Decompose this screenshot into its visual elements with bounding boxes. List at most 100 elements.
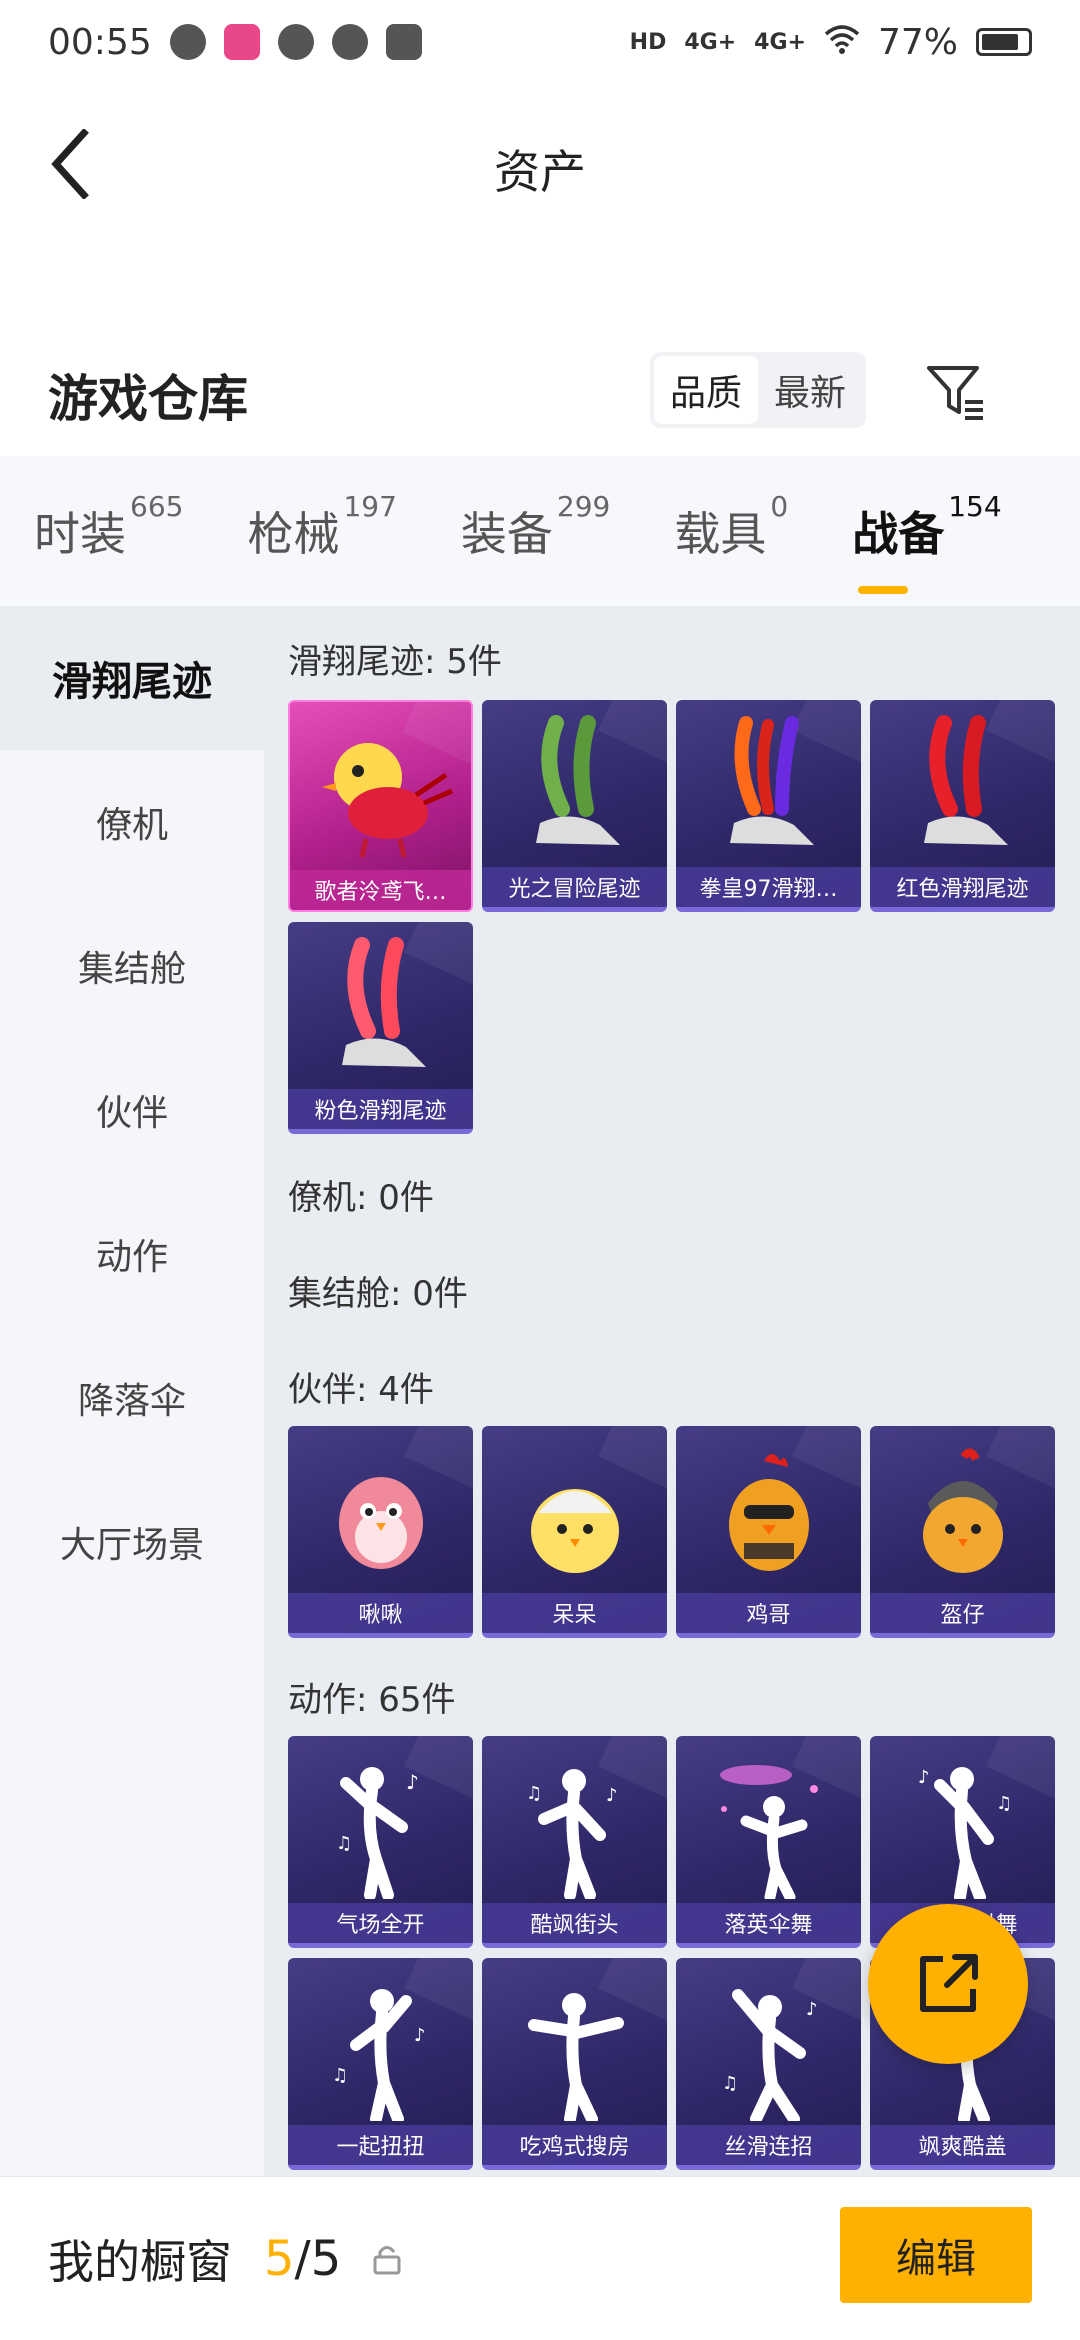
signal-icon-1: 4G+ [684, 29, 737, 55]
showcase-label: 我的橱窗 [48, 2234, 232, 2289]
showcase-separator: / [294, 2230, 311, 2287]
wechat-icon [169, 24, 206, 60]
status-bar: 00:55 HD 4G+ 4G+ 77% [0, 0, 1080, 84]
item-label: 吃鸡式搜房 [482, 2125, 667, 2165]
hd-icon: HD [629, 29, 667, 55]
item-card[interactable]: 歌者泠鸢飞… [288, 700, 473, 912]
sort-newest-button[interactable]: 最新 [758, 356, 862, 424]
pink-bird-icon [288, 1434, 473, 1594]
tab-label: 战备 [852, 507, 945, 561]
item-card[interactable]: 盔仔 [870, 1426, 1055, 1638]
battery-icon [976, 28, 1032, 56]
status-right: HD 4G+ 4G+ 77% [630, 22, 1032, 63]
header: 资产 [0, 84, 1080, 254]
item-label: 酷飒街头 [482, 1903, 667, 1943]
tab-equipment[interactable]: 装备 299 [460, 490, 610, 564]
dance-pose-icon: ♪ ♫ [676, 1966, 861, 2126]
sidebar-item-glide-trail[interactable]: 滑翔尾迹 [0, 606, 264, 750]
item-label: 拳皇97滑翔… [676, 867, 861, 907]
item-card[interactable]: ♪ ♫ 气场全开 [288, 1736, 473, 1948]
sidebar-item-capsule[interactable]: 集结舱 [0, 894, 264, 1038]
tab-label: 装备 [460, 507, 553, 561]
tab-count: 0 [770, 490, 789, 523]
dance-pose-icon: ♪ ♫ [482, 1744, 667, 1904]
tab-vehicles[interactable]: 载具 0 [674, 490, 788, 564]
svg-text:♫: ♫ [332, 2065, 348, 2086]
sidebar-item-action[interactable]: 动作 [0, 1182, 264, 1326]
item-label: 啾啾 [288, 1593, 473, 1633]
smoke-trail-icon [288, 930, 473, 1090]
sidebar-item-partner[interactable]: 伙伴 [0, 1038, 264, 1182]
filter-icon [927, 366, 983, 420]
edit-button[interactable]: 编辑 [840, 2207, 1032, 2303]
partner-grid: 啾啾 呆呆 鸡哥 盔仔 [288, 1426, 1055, 1638]
sidebar-item-wingman[interactable]: 僚机 [0, 750, 264, 894]
wifi-icon [824, 22, 860, 63]
item-card[interactable]: 光之冒险尾迹 [482, 700, 667, 912]
share-button[interactable] [868, 1904, 1028, 2064]
sort-quality-button[interactable]: 品质 [654, 356, 758, 424]
signal-icon-2: 4G+ [754, 29, 806, 55]
filter-button[interactable] [918, 354, 994, 430]
showcase-count: 5/5 [264, 2231, 341, 2287]
tab-label: 枪械 [247, 507, 340, 561]
sidebar-item-lobby-scene[interactable]: 大厅场景 [0, 1470, 264, 1614]
item-card[interactable]: 呆呆 [482, 1426, 667, 1638]
section-title-partner: 伙伴: 4件 [288, 1370, 434, 1410]
category-tabs: 时装 665 枪械 197 装备 299 载具 0 战备 154 [0, 456, 1080, 606]
warehouse-header: 游戏仓库 品质 最新 [0, 340, 1080, 450]
item-card[interactable]: 吃鸡式搜房 [482, 1958, 667, 2170]
tab-count: 154 [948, 490, 1002, 523]
back-button[interactable] [40, 124, 100, 204]
dance-pose-icon: ♪ ♫ [288, 1744, 473, 1904]
item-card[interactable]: ♪ ♫ 一起扭扭 [288, 1958, 473, 2170]
smoke-trail-icon [676, 708, 861, 868]
item-card[interactable]: 鸡哥 [676, 1426, 861, 1638]
svg-text:♪: ♪ [414, 2025, 426, 2046]
item-label: 鸡哥 [676, 1593, 861, 1633]
chevron-left-icon [51, 129, 89, 199]
sidebar-item-parachute[interactable]: 降落伞 [0, 1326, 264, 1470]
bird-icon [290, 710, 471, 870]
item-card[interactable]: 拳皇97滑翔… [676, 700, 861, 912]
tab-fashion[interactable]: 时装 665 [34, 490, 183, 564]
item-card[interactable]: 啾啾 [288, 1426, 473, 1638]
item-card[interactable]: ♪ ♫ 丝滑连招 [676, 1958, 861, 2170]
lock-icon [373, 2246, 401, 2275]
section-title-capsule: 集结舱: 0件 [288, 1274, 468, 1314]
section-title-glide: 滑翔尾迹: 5件 [288, 642, 502, 682]
item-label: 光之冒险尾迹 [482, 867, 667, 907]
tab-guns[interactable]: 枪械 197 [247, 490, 396, 564]
tab-count: 665 [130, 490, 184, 523]
chicken-icon [676, 1434, 861, 1594]
item-label: 落英伞舞 [676, 1903, 861, 1943]
tab-count: 299 [556, 490, 611, 523]
item-card[interactable]: 落英伞舞 [676, 1736, 861, 1948]
showcase-current: 5 [264, 2230, 295, 2287]
share-icon [920, 1954, 978, 2012]
battery-percent: 77% [877, 21, 958, 63]
svg-text:♪: ♪ [606, 1785, 618, 1806]
sync-icon [277, 24, 314, 60]
tab-underline [858, 586, 909, 594]
item-label: 呆呆 [482, 1593, 667, 1633]
dance-pose-icon: ♪ ♫ [870, 1744, 1055, 1904]
svg-text:♫: ♫ [336, 1833, 352, 1854]
svg-text:♪: ♪ [406, 1770, 419, 1794]
item-label: 气场全开 [288, 1903, 473, 1943]
status-left: 00:55 [48, 22, 422, 63]
sort-toggle: 品质 最新 [650, 352, 866, 428]
tab-battle-gear[interactable]: 战备 154 [852, 490, 1002, 594]
item-card[interactable]: 粉色滑翔尾迹 [288, 922, 473, 1134]
item-label: 歌者泠鸢飞… [290, 870, 471, 910]
svg-text:♫: ♫ [996, 1793, 1012, 1814]
status-time: 00:55 [48, 21, 152, 63]
item-label: 盔仔 [870, 1593, 1055, 1633]
item-label: 红色滑翔尾迹 [870, 867, 1055, 907]
item-card[interactable]: ♪ ♫ 酷飒街头 [482, 1736, 667, 1948]
item-label: 飒爽酷盖 [870, 2125, 1055, 2165]
smoke-trail-icon [482, 708, 667, 868]
svg-text:♫: ♫ [722, 2073, 738, 2094]
smoke-trail-icon [870, 708, 1055, 868]
item-card[interactable]: 红色滑翔尾迹 [870, 700, 1055, 912]
